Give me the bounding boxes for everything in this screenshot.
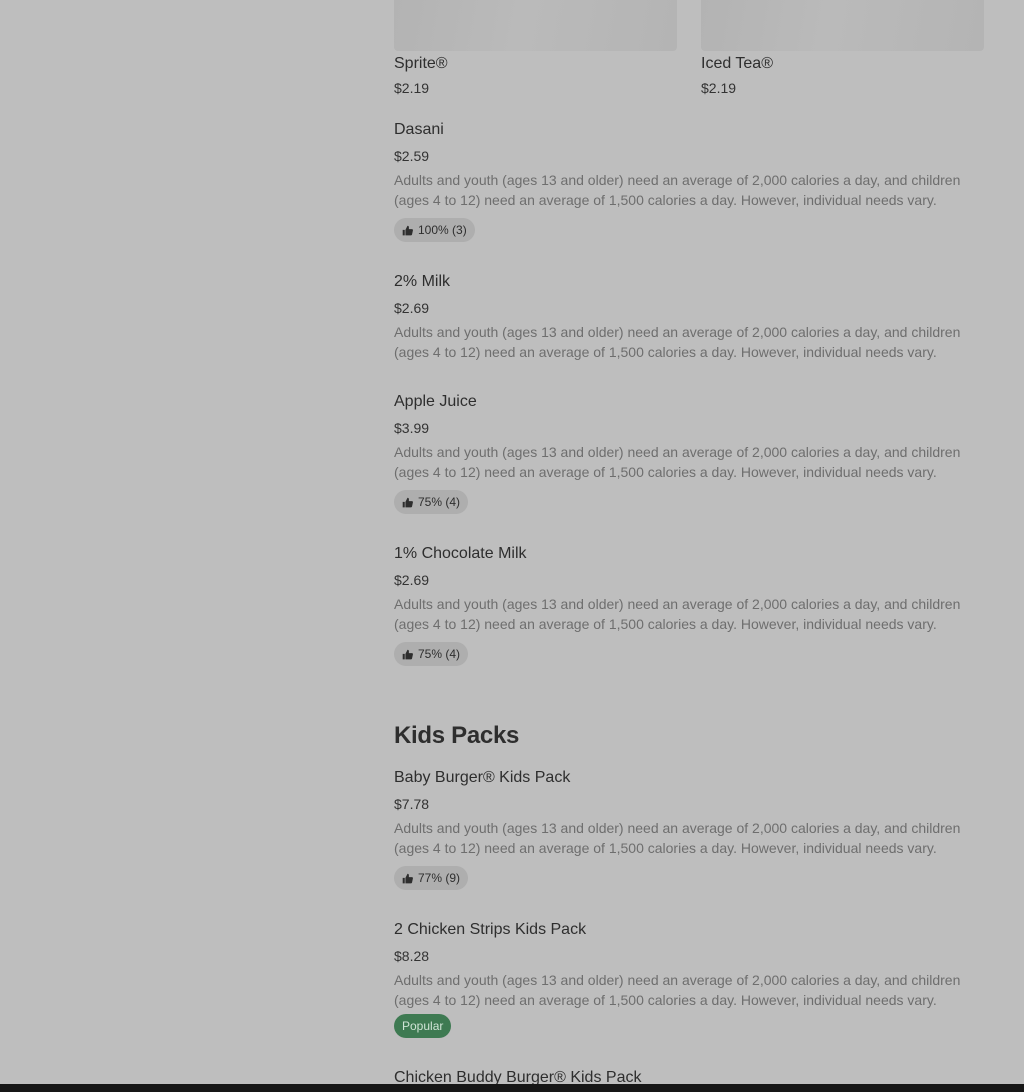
rating-text: 100% (3): [418, 223, 467, 237]
rating-text: 75% (4): [418, 647, 461, 661]
item-name: 1% Chocolate Milk: [394, 545, 527, 562]
item-description: Adults and youth (ages 13 and older) nee…: [394, 444, 961, 480]
item-price: $7.78: [394, 796, 430, 812]
rating-badge: 75% (4): [394, 490, 469, 514]
item-name: Baby Burger® Kids Pack: [394, 769, 571, 786]
item-price: $3.99: [394, 420, 430, 436]
rating-badge: 100% (3): [394, 218, 475, 242]
item-name: Iced Tea®: [701, 55, 773, 72]
item-description: Adults and youth (ages 13 and older) nee…: [394, 820, 961, 856]
thumbs-up-icon: [402, 225, 413, 235]
item-description: Adults and youth (ages 13 and older) nee…: [394, 972, 961, 1008]
item-price: $2.69: [394, 572, 430, 588]
item-price: $8.28: [394, 948, 430, 964]
item-name: 2 Chicken Strips Kids Pack: [394, 921, 587, 938]
item-description: Adults and youth (ages 13 and older) nee…: [394, 324, 961, 360]
thumbs-up-icon: [402, 497, 413, 507]
section-title-kids-packs: Kids Packs: [394, 722, 520, 749]
bottom-bar: [0, 1084, 1024, 1092]
item-price: $2.19: [394, 80, 430, 96]
item-price: $2.69: [394, 300, 430, 316]
item-description: Adults and youth (ages 13 and older) nee…: [394, 596, 961, 632]
thumbs-up-icon: [402, 649, 413, 659]
item-image[interactable]: [701, 0, 984, 51]
item-description: Adults and youth (ages 13 and older) nee…: [394, 172, 961, 208]
item-name: Dasani: [394, 121, 444, 138]
rating-text: 75% (4): [418, 495, 461, 509]
item-name: Apple Juice: [394, 393, 477, 410]
thumbs-up-icon: [402, 873, 413, 883]
rating-badge: 75% (4): [394, 642, 469, 666]
item-name: 2% Milk: [394, 273, 451, 290]
item-price: $2.19: [701, 80, 737, 96]
popular-badge: Popular: [394, 1014, 452, 1038]
item-price: $2.59: [394, 148, 430, 164]
item-name: Sprite®: [394, 55, 448, 72]
item-image[interactable]: [394, 0, 677, 51]
rating-text: 77% (9): [418, 871, 461, 885]
rating-badge: 77% (9): [394, 866, 469, 890]
